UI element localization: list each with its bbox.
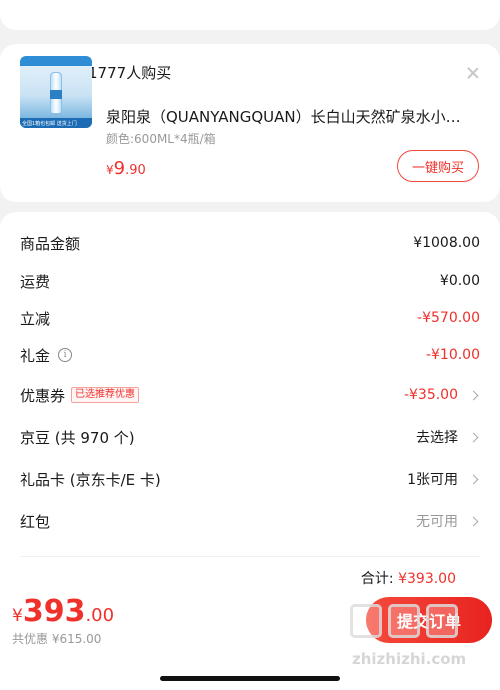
price-symbol: ¥ xyxy=(106,163,114,177)
chevron-right-icon xyxy=(468,516,479,526)
product-name[interactable]: 泉阳泉（QUANYANGQUAN）长白山天然矿泉水小瓶装 xyxy=(106,106,470,127)
previous-card xyxy=(0,0,500,30)
row-value-wrap: 无可用 xyxy=(416,511,480,531)
row-value: -¥10.00 xyxy=(425,347,480,363)
row-shipping: 运费 ¥0.00 xyxy=(20,269,480,293)
row-gift-card[interactable]: 礼品卡 (京东卡/E 卡) 1张可用 xyxy=(20,467,480,491)
total-saved: 共优惠 ¥615.00 xyxy=(12,632,102,646)
price-integer: 9 xyxy=(113,158,126,179)
row-label: 立减 xyxy=(20,309,51,328)
row-label-wrap: 礼金 i xyxy=(20,345,73,366)
price-integer: 393 xyxy=(22,594,86,629)
row-discount: 立减 -¥570.00 xyxy=(20,306,480,330)
row-value: -¥35.00 xyxy=(403,387,458,403)
price-symbol: ¥ xyxy=(12,606,23,626)
watermark: zhizhizhi.com xyxy=(350,604,496,686)
product-image[interactable]: 全国1箱也包邮 送货上门 xyxy=(20,56,92,128)
product-price: ¥9.90 xyxy=(106,158,146,179)
row-label-wrap: 优惠券 已选推荐优惠 xyxy=(20,385,140,406)
row-jingdou[interactable]: 京豆 (共 970 个) 去选择 xyxy=(20,425,480,449)
watermark-logo-icon xyxy=(350,604,458,638)
row-value-wrap: -¥35.00 xyxy=(404,387,480,403)
row-label: 运费 xyxy=(20,272,51,291)
row-label: 京豆 (共 970 个) xyxy=(20,428,135,447)
row-value-wrap: 1张可用 xyxy=(407,469,480,489)
divider xyxy=(20,556,480,557)
row-label: 礼金 xyxy=(20,346,51,365)
price-decimal: .90 xyxy=(125,163,146,178)
image-brand-bar xyxy=(20,56,92,66)
chevron-right-icon xyxy=(468,390,479,400)
row-value: 无可用 xyxy=(416,514,458,530)
product-spec: 颜色:600ML*4瓶/箱 xyxy=(106,132,216,146)
chevron-right-icon xyxy=(468,432,479,442)
coupon-tag: 已选推荐优惠 xyxy=(71,387,140,403)
row-value: ¥1008.00 xyxy=(413,235,480,251)
home-indicator[interactable] xyxy=(160,676,340,681)
total-line: 合计: ¥393.00 xyxy=(361,568,456,588)
row-value: 去选择 xyxy=(416,430,458,446)
total-value: ¥393.00 xyxy=(398,571,456,587)
close-icon[interactable] xyxy=(466,66,480,80)
row-value: 1张可用 xyxy=(407,472,458,488)
bottle-label xyxy=(50,90,62,99)
info-icon[interactable]: i xyxy=(58,348,73,362)
row-coupon[interactable]: 优惠券 已选推荐优惠 -¥35.00 xyxy=(20,383,480,407)
row-value-wrap: 去选择 xyxy=(416,427,480,447)
row-value: -¥570.00 xyxy=(417,310,480,326)
row-label: 商品金额 xyxy=(20,234,81,253)
total-label: 合计: xyxy=(360,571,394,587)
one-click-buy-button[interactable]: 一键购买 xyxy=(397,150,479,182)
row-label: 礼品卡 (京东卡/E 卡) xyxy=(20,470,161,489)
row-value: ¥0.00 xyxy=(439,273,480,289)
row-red-packet[interactable]: 红包 无可用 xyxy=(20,509,480,533)
price-decimal: .00 xyxy=(85,605,115,626)
image-caption: 全国1箱也包邮 送货上门 xyxy=(22,121,77,127)
row-gift-money: 礼金 i -¥10.00 xyxy=(20,343,480,367)
row-label: 优惠券 xyxy=(20,386,66,405)
footer-price: ¥393.00 xyxy=(12,594,114,629)
watermark-text: zhizhizhi.com xyxy=(352,650,467,668)
row-label: 红包 xyxy=(20,512,51,531)
row-goods-amount: 商品金额 ¥1008.00 xyxy=(20,231,480,255)
chevron-right-icon xyxy=(468,474,479,484)
